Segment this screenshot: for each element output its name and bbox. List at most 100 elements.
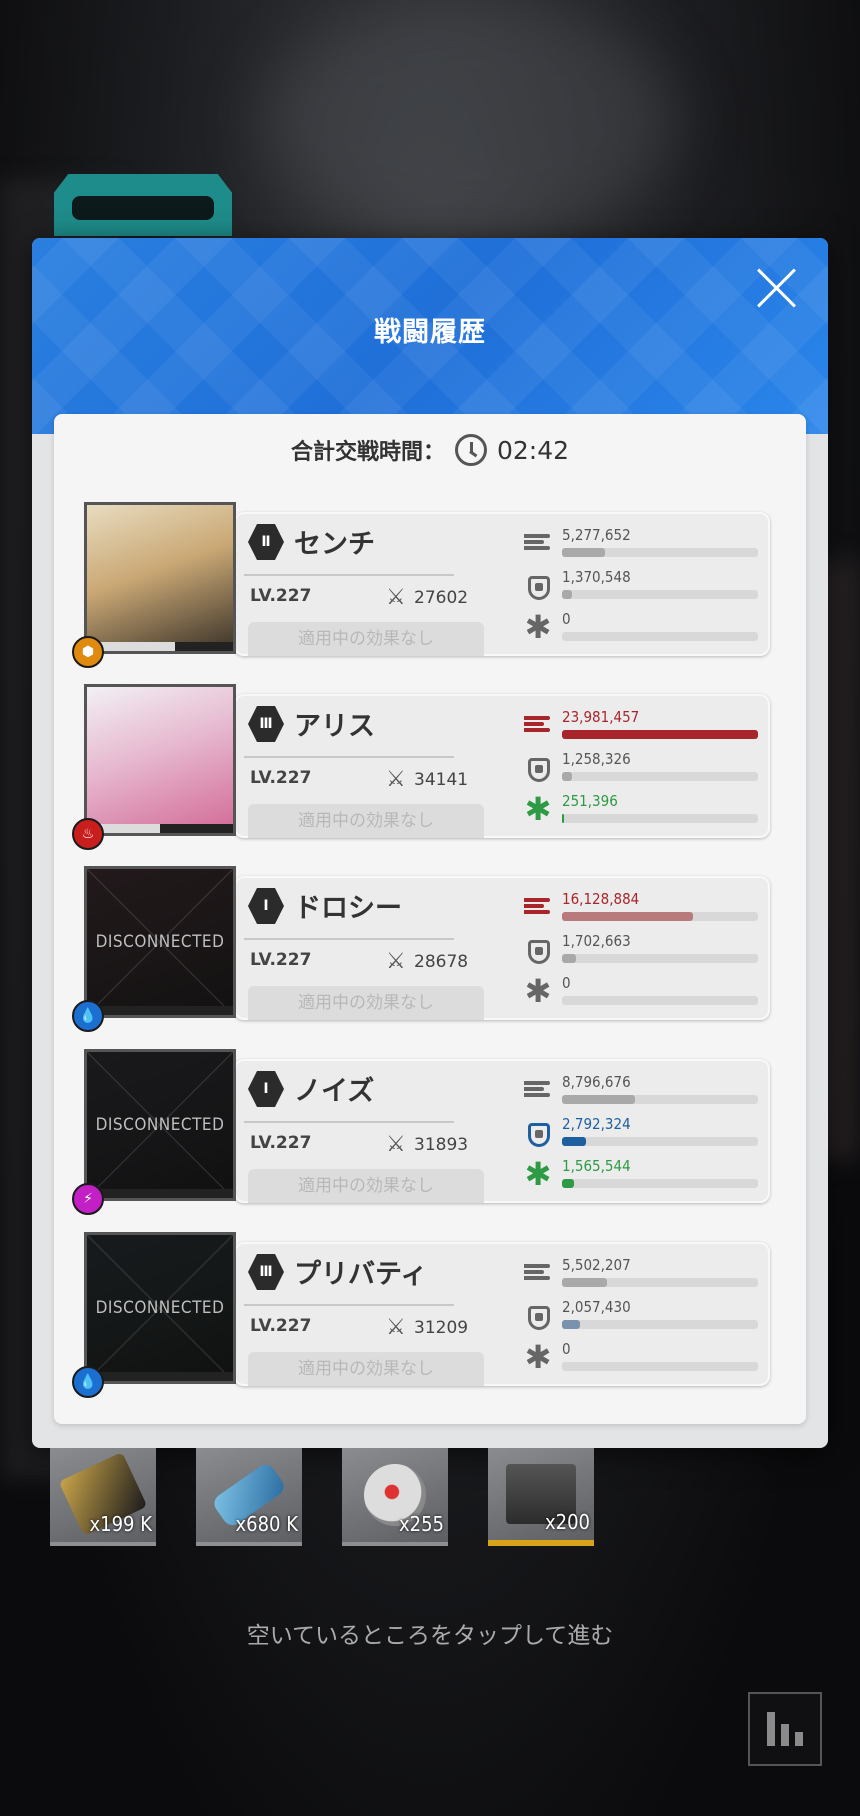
unit-portrait[interactable] xyxy=(84,684,236,836)
shield-icon xyxy=(524,572,552,600)
heal-value: 0 xyxy=(562,974,571,992)
close-button[interactable] xyxy=(754,266,798,310)
active-effect-status[interactable]: 適用中の効果なし xyxy=(248,1169,484,1203)
stats-button[interactable] xyxy=(748,1692,822,1766)
clock-icon xyxy=(454,434,487,466)
damage-stat: 5,502,207 xyxy=(524,1256,764,1292)
shield-bar-fill xyxy=(562,1137,586,1146)
reward-item[interactable]: x199 K xyxy=(50,1448,156,1546)
heal-bar xyxy=(562,632,758,641)
damage-stat: 16,128,884 xyxy=(524,890,764,926)
heal-icon: ✱ xyxy=(524,608,552,646)
reward-item[interactable]: x200 xyxy=(488,1448,594,1546)
damage-bar-fill xyxy=(562,1095,635,1104)
combat-power-icon: ⚔ xyxy=(386,949,406,974)
active-effect-status[interactable]: 適用中の効果なし xyxy=(248,1352,484,1386)
damage-value: 8,796,676 xyxy=(562,1073,631,1091)
divider xyxy=(244,938,454,940)
damage-value: 23,981,457 xyxy=(562,708,640,726)
fire-element-icon: ♨ xyxy=(72,818,104,850)
reward-count: x255 xyxy=(399,1512,444,1536)
battle-record-modal: 戦闘履歴 合計交戦時間： 02:42 ⬢ Ⅱ センチ LV.227 ⚔ 2760… xyxy=(32,238,828,1448)
unit-name: ノイズ xyxy=(294,1076,375,1107)
shield-icon xyxy=(524,936,552,964)
unit-row[interactable]: DISCONNECTED ⚡ Ⅰ ノイズ LV.227 ⚔ 31893 適用中の… xyxy=(72,1049,774,1215)
unit-hp-bar xyxy=(87,1372,233,1381)
unit-hp-bar xyxy=(87,1006,233,1015)
reward-count: x680 K xyxy=(235,1512,299,1536)
unit-portrait[interactable]: DISCONNECTED xyxy=(84,866,236,1018)
heal-stat: ✱ 251,396 xyxy=(524,792,764,828)
active-effect-status[interactable]: 適用中の効果なし xyxy=(248,622,484,656)
reward-list: x199 K x680 K x255 x200 xyxy=(0,1448,860,1548)
shield-bar-fill xyxy=(562,954,576,963)
unit-row[interactable]: ♨ Ⅲ アリス LV.227 ⚔ 34141 適用中の効果なし 23,981,4… xyxy=(72,684,774,850)
divider xyxy=(244,756,454,758)
unit-level: LV.227 xyxy=(250,586,312,606)
divider xyxy=(244,1121,454,1123)
active-effect-status[interactable]: 適用中の効果なし xyxy=(248,986,484,1020)
combat-power-icon: ⚔ xyxy=(386,1132,406,1157)
disconnected-overlay: DISCONNECTED xyxy=(87,1235,233,1381)
reward-count: x200 xyxy=(545,1510,590,1534)
bar-chart-icon xyxy=(767,1712,775,1746)
unit-portrait[interactable]: DISCONNECTED xyxy=(84,1232,236,1384)
heal-bar xyxy=(562,1362,758,1371)
heal-icon: ✱ xyxy=(524,972,552,1010)
shield-bar xyxy=(562,1320,758,1329)
unit-name: アリス xyxy=(294,711,375,742)
heal-stat: ✱ 0 xyxy=(524,1340,764,1376)
modal-title: 戦闘履歴 xyxy=(374,317,486,348)
damage-bar-fill xyxy=(562,1278,608,1287)
active-effect-status[interactable]: 適用中の効果なし xyxy=(248,804,484,838)
shield-icon xyxy=(524,1119,552,1147)
result-tab-tag-slot xyxy=(72,196,214,220)
unit-row[interactable]: DISCONNECTED 💧 Ⅰ ドロシー LV.227 ⚔ 28678 適用中… xyxy=(72,866,774,1032)
ammo-icon xyxy=(524,1260,552,1286)
heal-value: 251,396 xyxy=(562,792,618,810)
unit-level: LV.227 xyxy=(250,1133,312,1153)
shield-icon xyxy=(524,754,552,782)
unit-hp-bar xyxy=(87,1189,233,1198)
unit-name: ドロシー xyxy=(294,893,402,924)
electric-element-icon: ⚡ xyxy=(72,1183,104,1215)
heal-value: 1,565,544 xyxy=(562,1157,631,1175)
ammo-icon xyxy=(524,530,552,556)
damage-bar xyxy=(562,1278,758,1287)
shield-value: 1,702,663 xyxy=(562,932,631,950)
reward-item[interactable]: x255 xyxy=(342,1448,448,1546)
shield-bar-fill xyxy=(562,1320,580,1329)
heal-bar-fill xyxy=(562,814,564,823)
shield-bar-fill xyxy=(562,590,572,599)
damage-bar-fill xyxy=(562,730,758,739)
reward-item[interactable]: x680 K xyxy=(196,1448,302,1546)
damage-bar xyxy=(562,912,758,921)
unit-combat-power: 28678 xyxy=(414,952,469,972)
shield-value: 2,057,430 xyxy=(562,1298,631,1316)
damage-stat: 23,981,457 xyxy=(524,708,764,744)
combat-power-icon: ⚔ xyxy=(386,767,406,792)
shield-stat: 1,370,548 xyxy=(524,568,764,604)
damage-value: 5,502,207 xyxy=(562,1256,631,1274)
unit-combat-power: 27602 xyxy=(414,588,469,608)
heal-icon: ✱ xyxy=(524,1155,552,1193)
heal-bar xyxy=(562,1179,758,1188)
unit-portrait[interactable]: DISCONNECTED xyxy=(84,1049,236,1201)
disconnected-overlay: DISCONNECTED xyxy=(87,869,233,1015)
heal-bar xyxy=(562,996,758,1005)
unit-level: LV.227 xyxy=(250,768,312,788)
damage-bar-fill xyxy=(562,912,694,921)
combat-power-icon: ⚔ xyxy=(386,1315,406,1340)
unit-row[interactable]: DISCONNECTED 💧 Ⅲ プリバティ LV.227 ⚔ 31209 適用… xyxy=(72,1232,774,1398)
unit-portrait[interactable] xyxy=(84,502,236,654)
divider xyxy=(244,574,454,576)
shield-stat: 2,057,430 xyxy=(524,1298,764,1334)
combat-power-icon: ⚔ xyxy=(386,585,406,610)
unit-row[interactable]: ⬢ Ⅱ センチ LV.227 ⚔ 27602 適用中の効果なし 5,277,65… xyxy=(72,502,774,668)
shield-icon xyxy=(524,1302,552,1330)
unit-combat-power: 31209 xyxy=(414,1318,469,1338)
shield-stat: 1,702,663 xyxy=(524,932,764,968)
shield-value: 1,258,326 xyxy=(562,750,631,768)
shield-value: 2,792,324 xyxy=(562,1115,631,1133)
damage-stat: 8,796,676 xyxy=(524,1073,764,1109)
